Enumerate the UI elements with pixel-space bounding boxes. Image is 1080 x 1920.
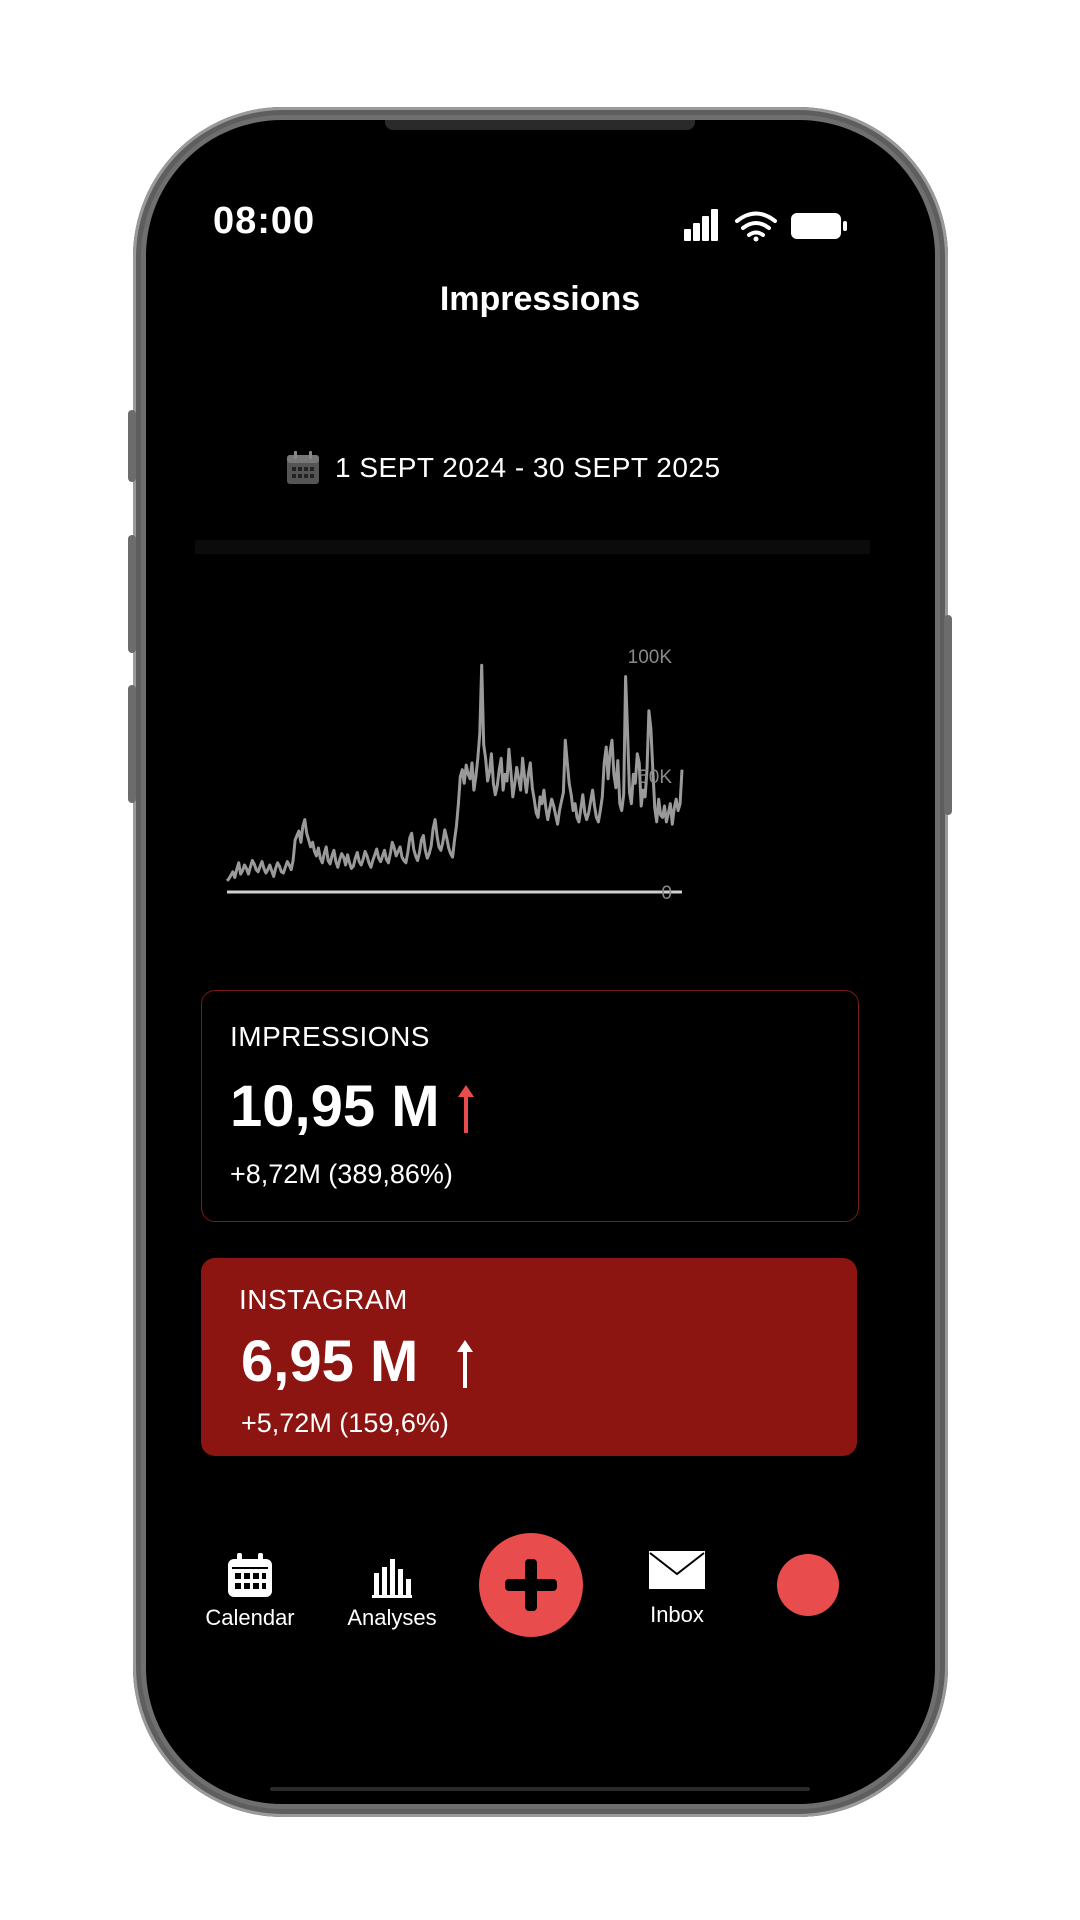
instagram-card-label: INSTAGRAM xyxy=(239,1284,408,1315)
impressions-card-label: IMPRESSIONS xyxy=(230,1021,430,1052)
phone-power-button xyxy=(944,615,952,815)
notch xyxy=(385,120,695,130)
impressions-card[interactable]: IMPRESSIONS 10,95 M +8,72M (389,86%) xyxy=(201,990,859,1222)
y-tick-label: 0 xyxy=(661,883,672,904)
impressions-chart: 050K100K1 sept.16 nov.31 janv.17 avr.2 j… xyxy=(195,540,870,930)
chart-series-line xyxy=(225,663,684,882)
y-tick-label: 50K xyxy=(638,767,672,788)
instagram-card-change: +5,72M (159,6%) xyxy=(241,1408,449,1438)
nav-calendar[interactable]: Calendar xyxy=(200,1553,300,1631)
wifi-icon xyxy=(735,211,777,242)
bar-chart-icon xyxy=(372,1559,412,1598)
home-indicator xyxy=(270,1787,810,1791)
nav-analyses-label: Analyses xyxy=(347,1605,437,1630)
date-range-label: 1 SEPT 2024 - 30 SEPT 2025 xyxy=(335,452,721,483)
y-tick-label: 100K xyxy=(628,647,673,668)
trend-up-icon xyxy=(457,1340,473,1388)
phone-action-button xyxy=(128,410,136,482)
calendar-icon xyxy=(228,1553,272,1597)
plus-icon xyxy=(505,1559,557,1611)
envelope-icon xyxy=(649,1551,705,1589)
date-range-picker[interactable]: 1 SEPT 2024 - 30 SEPT 2025 xyxy=(285,448,721,488)
signal-icon xyxy=(684,209,718,241)
impressions-card-change: +8,72M (389,86%) xyxy=(230,1159,453,1189)
instagram-card[interactable]: INSTAGRAM 6,95 M +5,72M (159,6%) xyxy=(201,1258,857,1456)
nav-inbox-label: Inbox xyxy=(650,1602,704,1627)
battery-icon xyxy=(791,213,847,239)
nav-analyses[interactable]: Analyses xyxy=(342,1553,442,1631)
nav-calendar-label: Calendar xyxy=(205,1605,295,1630)
nav-inbox[interactable]: Inbox xyxy=(627,1550,727,1628)
instagram-card-value: 6,95 M xyxy=(241,1329,419,1394)
status-icons xyxy=(684,209,847,242)
add-post-button[interactable] xyxy=(479,1533,583,1637)
chart-header-strip xyxy=(195,540,870,554)
status-time: 08:00 xyxy=(213,200,316,242)
phone-volume-up-button xyxy=(128,535,136,653)
page-title: Impressions xyxy=(439,280,641,318)
profile-avatar[interactable] xyxy=(777,1554,839,1616)
trend-up-icon xyxy=(458,1085,474,1133)
calendar-icon xyxy=(287,451,319,484)
impressions-line-chart: 050K100K1 sept.16 nov.31 janv.17 avr.2 j… xyxy=(195,540,870,904)
phone-volume-down-button xyxy=(128,685,136,803)
impressions-card-value: 10,95 M xyxy=(230,1074,440,1139)
